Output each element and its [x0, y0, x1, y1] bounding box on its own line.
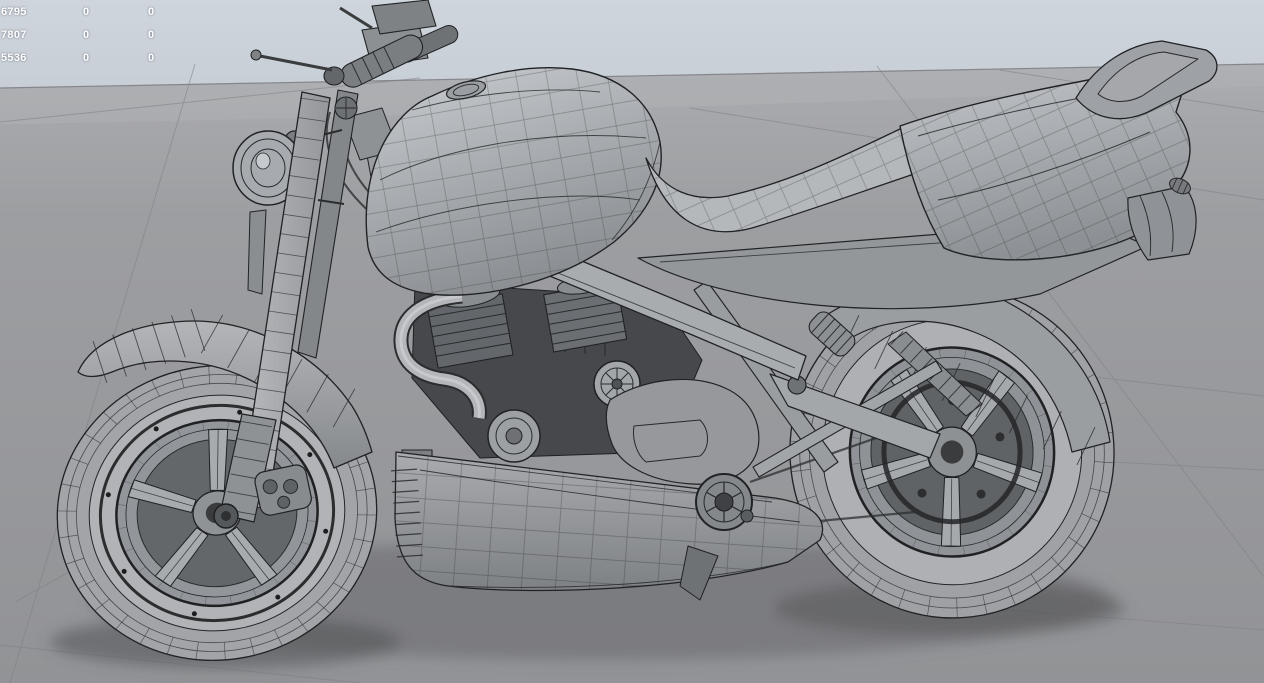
stat-value: 0 — [83, 29, 90, 41]
viewport-canvas[interactable] — [0, 0, 1264, 683]
stat-value: 0 — [148, 52, 155, 64]
stat-value: 7807 — [1, 29, 27, 41]
stat-value: 0 — [148, 29, 155, 41]
stat-value: 6795 — [1, 6, 27, 18]
stat-value: 0 — [148, 6, 155, 18]
stat-value: 5536 — [1, 52, 27, 64]
stat-value: 0 — [83, 52, 90, 64]
front-pulley[interactable] — [695, 473, 753, 531]
viewport-3d[interactable]: 6795 0 0 7807 0 0 5536 0 0 — [0, 0, 1264, 683]
stat-value: 0 — [83, 6, 90, 18]
